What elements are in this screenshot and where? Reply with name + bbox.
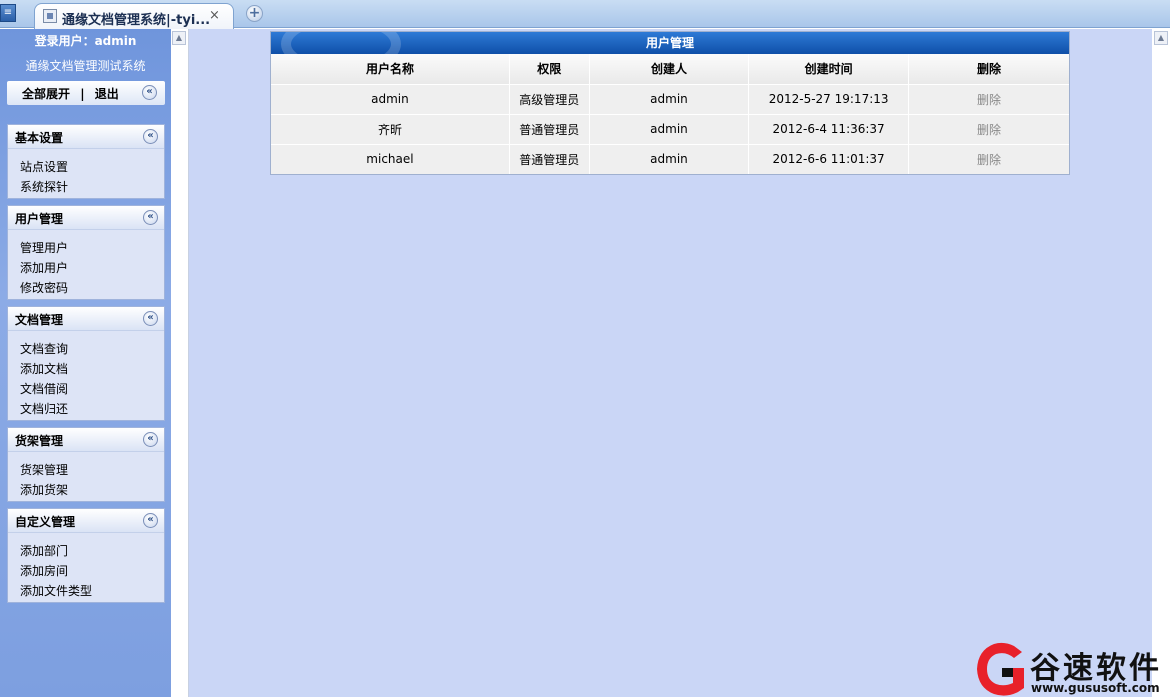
logout-link[interactable]: 退出 [95, 87, 119, 101]
cell-permission: 普通管理员 [509, 114, 590, 145]
sidebar-item-document-search[interactable]: 文档查询 [20, 339, 164, 359]
collapse-icon[interactable]: « [143, 513, 158, 528]
sidebar-item-system-probe[interactable]: 系统探针 [20, 177, 164, 197]
table-header-row: 用户名称 权限 创建人 创建时间 删除 [271, 54, 1069, 85]
user-management-table: 用户管理 用户名称 权限 创建人 创建时间 删除 admin 高级管理员 adm… [270, 31, 1070, 175]
panel-header[interactable]: 货架管理 « [8, 428, 164, 452]
sidebar-item-add-document[interactable]: 添加文档 [20, 359, 164, 379]
login-user-label: 登录用户：admin [34, 34, 137, 48]
sidebar-item-site-settings[interactable]: 站点设置 [20, 157, 164, 177]
gususoft-logo-icon [977, 642, 1024, 696]
delete-link[interactable]: 删除 [977, 123, 1001, 137]
panel-document-management: 文档管理 « 文档查询 添加文档 文档借阅 文档归还 [7, 306, 165, 421]
tab-title: 通缘文档管理系统|-tyi... [62, 13, 211, 28]
cell-username: michael [271, 144, 510, 174]
sidebar-item-add-room[interactable]: 添加房间 [20, 561, 164, 581]
expand-all-link[interactable]: 全部展开 [22, 87, 70, 101]
cell-created-time: 2012-6-6 11:01:37 [748, 144, 909, 174]
expand-bar: 全部展开 | 退出 « [7, 81, 165, 105]
sidebar-item-add-file-type[interactable]: 添加文件类型 [20, 581, 164, 601]
sidebar-item-return-document[interactable]: 文档归还 [20, 399, 164, 419]
sidebar-item-shelf-management[interactable]: 货架管理 [20, 460, 164, 480]
collapse-icon[interactable]: « [143, 210, 158, 225]
watermark-url: www.gususoft.com [1031, 681, 1160, 695]
column-header-delete: 删除 [908, 54, 1069, 85]
cell-created-time: 2012-6-4 11:36:37 [748, 114, 909, 145]
column-header-created-time: 创建时间 [748, 54, 909, 85]
column-header-permission: 权限 [509, 54, 590, 85]
sidebar-item-add-department[interactable]: 添加部门 [20, 541, 164, 561]
delete-link[interactable]: 删除 [977, 93, 1001, 107]
system-name: 通缘文档管理测试系统 [25, 59, 146, 73]
sidebar: 登录用户：admin 通缘文档管理测试系统 全部展开 | 退出 « 基本设置 «… [0, 29, 171, 697]
panel-header[interactable]: 文档管理 « [8, 307, 164, 331]
panel-header[interactable]: 用户管理 « [8, 206, 164, 230]
cell-creator: admin [589, 144, 750, 174]
collapse-icon[interactable]: « [143, 311, 158, 326]
cell-created-time: 2012-5-27 19:17:13 [748, 84, 909, 115]
sidebar-item-borrow-document[interactable]: 文档借阅 [20, 379, 164, 399]
cell-permission: 高级管理员 [509, 84, 590, 115]
sidebar-item-manage-users[interactable]: 管理用户 [20, 238, 164, 258]
collapse-icon[interactable]: « [143, 129, 158, 144]
cell-permission: 普通管理员 [509, 144, 590, 174]
panel-title: 自定义管理 [15, 515, 76, 529]
cell-username: admin [271, 84, 510, 115]
close-icon[interactable]: × [209, 8, 220, 23]
menu-icon[interactable]: ≡ [0, 4, 16, 22]
panel-basic-settings: 基本设置 « 站点设置 系统探针 [7, 124, 165, 199]
sidebar-item-change-password[interactable]: 修改密码 [20, 278, 164, 298]
delete-link[interactable]: 删除 [977, 153, 1001, 167]
right-scrollbar[interactable] [1152, 29, 1170, 697]
table-title: 用户管理 [645, 36, 694, 50]
panel-title: 基本设置 [15, 131, 64, 145]
collapse-icon[interactable]: « [143, 432, 158, 447]
table-row: michael 普通管理员 admin 2012-6-6 11:01:37 删除 [271, 144, 1069, 174]
scroll-up-arrow-icon[interactable]: ▲ [172, 31, 186, 45]
panel-custom-management: 自定义管理 « 添加部门 添加房间 添加文件类型 [7, 508, 165, 603]
table-row: 齐昕 普通管理员 admin 2012-6-4 11:36:37 删除 [271, 114, 1069, 145]
panel-title: 文档管理 [15, 313, 64, 327]
column-header-creator: 创建人 [589, 54, 750, 85]
left-scrollbar[interactable] [171, 29, 189, 697]
cell-delete: 删除 [908, 84, 1069, 115]
user-table: 用户名称 权限 创建人 创建时间 删除 admin 高级管理员 admin 20… [271, 54, 1069, 174]
table-row: admin 高级管理员 admin 2012-5-27 19:17:13 删除 [271, 84, 1069, 115]
browser-tab[interactable]: 通缘文档管理系统|-tyi... × [34, 3, 234, 29]
panel-title: 货架管理 [15, 434, 64, 448]
cell-creator: admin [589, 114, 750, 145]
globe-decoration-icon [281, 32, 401, 54]
sidebar-item-add-user[interactable]: 添加用户 [20, 258, 164, 278]
page-icon [43, 9, 57, 23]
panel-header[interactable]: 自定义管理 « [8, 509, 164, 533]
separator: | [80, 87, 85, 101]
panel-user-management: 用户管理 « 管理用户 添加用户 修改密码 [7, 205, 165, 300]
panel-shelf-management: 货架管理 « 货架管理 添加货架 [7, 427, 165, 502]
table-title-bar: 用户管理 [271, 32, 1069, 54]
cell-delete: 删除 [908, 114, 1069, 145]
new-tab-icon[interactable]: + [246, 5, 263, 22]
column-header-username: 用户名称 [271, 54, 510, 85]
scroll-up-arrow-icon[interactable]: ▲ [1154, 31, 1168, 45]
panel-header[interactable]: 基本设置 « [8, 125, 164, 149]
expand-logout-text: 全部展开 | 退出 [22, 85, 119, 102]
panel-title: 用户管理 [15, 212, 64, 226]
cell-delete: 删除 [908, 144, 1069, 174]
cell-creator: admin [589, 84, 750, 115]
collapse-all-icon[interactable]: « [142, 85, 157, 100]
cell-username: 齐昕 [271, 114, 510, 145]
sidebar-item-add-shelf[interactable]: 添加货架 [20, 480, 164, 500]
browser-tab-bar: ≡ 通缘文档管理系统|-tyi... × + [0, 0, 1170, 29]
